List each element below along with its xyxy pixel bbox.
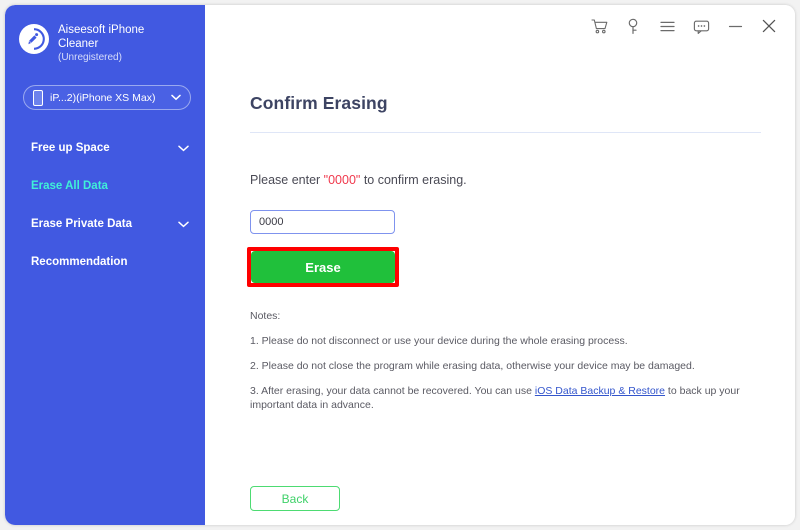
sidebar-item-label: Erase All Data	[31, 180, 108, 192]
sidebar-item-free-up-space[interactable]: Free up Space	[5, 129, 205, 167]
application-window: Aiseesoft iPhone Cleaner (Unregistered) …	[5, 5, 795, 525]
menu-icon[interactable]	[657, 16, 677, 36]
title-bar	[205, 5, 795, 55]
title-divider	[250, 132, 761, 133]
device-selector-dropdown[interactable]: iP...2)(iPhone XS Max)	[23, 85, 191, 110]
phone-icon	[33, 89, 43, 106]
cart-icon[interactable]	[589, 16, 609, 36]
prompt-prefix: Please enter	[250, 173, 324, 187]
main-content-panel: Confirm Erasing Please enter "0000" to c…	[205, 55, 795, 525]
brand-name-line2: Cleaner	[58, 38, 99, 50]
note-item: 3. After erasing, your data cannot be re…	[250, 384, 750, 412]
confirmation-code-input[interactable]	[250, 210, 395, 234]
key-icon[interactable]	[623, 16, 643, 36]
chevron-down-icon	[178, 221, 189, 227]
prompt-code: "0000"	[323, 173, 361, 187]
device-selector-label: iP...2)(iPhone XS Max)	[50, 91, 156, 104]
close-icon[interactable]	[759, 16, 779, 36]
back-button[interactable]: Back	[250, 486, 340, 511]
sidebar: Aiseesoft iPhone Cleaner (Unregistered) …	[5, 5, 205, 525]
sidebar-item-erase-all-data[interactable]: Erase All Data	[5, 167, 205, 205]
title-bar-icons	[589, 16, 779, 36]
erase-button[interactable]: Erase	[251, 251, 395, 283]
registration-status: (Unregistered)	[58, 52, 122, 63]
brush-circle-logo-icon	[19, 24, 49, 54]
sidebar-item-erase-private-data[interactable]: Erase Private Data	[5, 205, 205, 243]
note-item: 1. Please do not disconnect or use your …	[250, 335, 628, 347]
sidebar-item-label: Erase Private Data	[31, 218, 133, 230]
note-item: 2. Please do not close the program while…	[250, 360, 695, 372]
notes-heading: Notes:	[250, 310, 281, 322]
minimize-icon[interactable]	[725, 16, 745, 36]
prompt-suffix: to confirm erasing.	[360, 173, 467, 187]
sidebar-item-recommendation[interactable]: Recommendation	[5, 243, 205, 281]
brand-block: Aiseesoft iPhone Cleaner (Unregistered)	[19, 23, 194, 65]
ios-data-backup-restore-link[interactable]: iOS Data Backup & Restore	[535, 385, 665, 397]
confirm-prompt: Please enter "0000" to confirm erasing.	[250, 173, 467, 187]
feedback-icon[interactable]	[691, 16, 711, 36]
note3-prefix: 3. After erasing, your data cannot be re…	[250, 385, 535, 397]
page-title: Confirm Erasing	[250, 93, 388, 113]
chevron-down-icon	[178, 145, 189, 151]
notes-block: Notes: 1. Please do not disconnect or us…	[250, 310, 750, 423]
sidebar-item-label: Recommendation	[31, 256, 128, 268]
chevron-down-icon	[171, 94, 181, 101]
brand-name-line1: Aiseesoft iPhone	[58, 24, 145, 36]
sidebar-item-label: Free up Space	[31, 142, 110, 154]
brand-text: Aiseesoft iPhone Cleaner (Unregistered)	[58, 23, 144, 65]
